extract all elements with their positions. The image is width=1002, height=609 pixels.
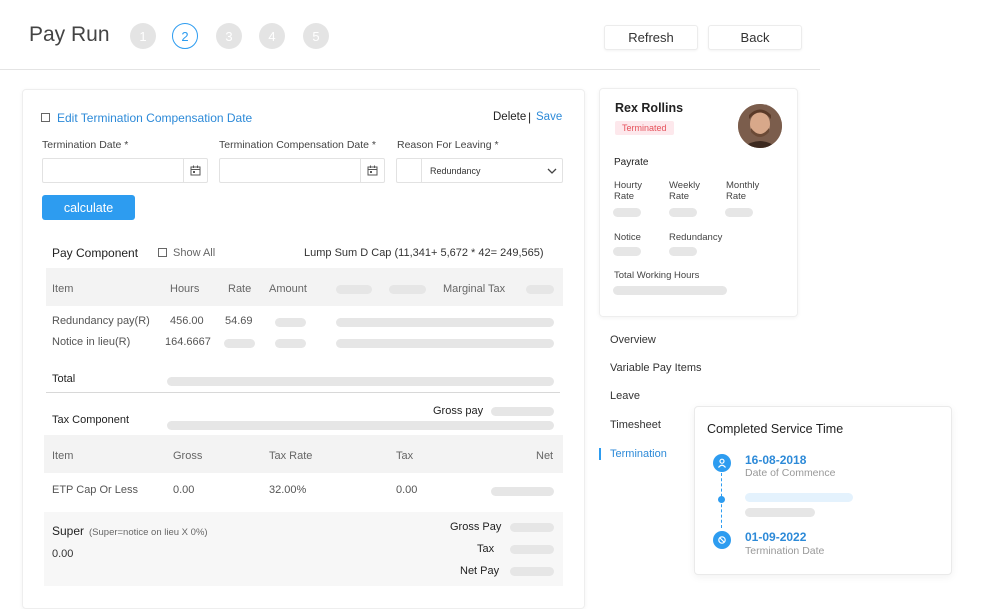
- super-tax-label: Tax: [477, 543, 495, 555]
- step-3[interactable]: 3: [216, 23, 242, 49]
- commence-label: Date of Commence: [745, 467, 836, 479]
- termination-date-label: Termination Date *: [42, 139, 129, 151]
- nav-overview[interactable]: Overview: [610, 334, 656, 346]
- calculate-button[interactable]: calculate: [42, 195, 135, 220]
- weekly-rate-label: Weekly Rate: [669, 180, 700, 202]
- header-divider: [0, 69, 820, 70]
- total-working-hours-label: Total Working Hours: [614, 270, 700, 281]
- show-all-label: Show All: [173, 247, 216, 259]
- monthly-rate-label: Monthly Rate: [726, 180, 760, 202]
- reason-select[interactable]: Redundancy: [396, 158, 563, 183]
- status-badge: Terminated: [615, 121, 674, 135]
- save-link[interactable]: Save: [536, 111, 562, 123]
- step-2[interactable]: 2: [172, 23, 198, 49]
- table-row: ETP Cap Or Less: [52, 484, 138, 496]
- nav-leave[interactable]: Leave: [610, 390, 640, 402]
- back-button[interactable]: Back: [708, 25, 802, 50]
- employee-name: Rex Rollins: [615, 101, 684, 115]
- col-item: Item: [52, 450, 74, 462]
- reason-label: Reason For Leaving *: [397, 139, 499, 151]
- col-marginal-tax: Marginal Tax: [443, 283, 506, 295]
- col-tax-rate: Tax Rate: [269, 450, 313, 462]
- col-item: Item: [52, 283, 74, 295]
- action-separator: |: [528, 110, 532, 124]
- termination-date-input[interactable]: [42, 158, 208, 183]
- user-icon: [713, 454, 731, 472]
- refresh-button[interactable]: Refresh: [604, 25, 698, 50]
- nav-variable-pay-items[interactable]: Variable Pay Items: [610, 362, 702, 374]
- super-title: Super: [52, 524, 85, 538]
- delete-link[interactable]: Delete: [493, 111, 526, 123]
- service-time-title: Completed Service Time: [707, 422, 844, 436]
- reason-value: Redundancy: [430, 166, 481, 176]
- calendar-icon[interactable]: [360, 159, 384, 182]
- col-rate: Rate: [228, 283, 252, 295]
- termination-icon: [713, 531, 731, 549]
- hourly-rate-label: Hourty Rate: [614, 180, 642, 202]
- gross-pay-label: Gross pay: [433, 405, 484, 417]
- redundancy-label: Redundancy: [669, 232, 723, 243]
- nav-termination[interactable]: Termination: [610, 448, 667, 460]
- col-tax: Tax: [396, 450, 414, 462]
- step-1[interactable]: 1: [130, 23, 156, 49]
- pay-component-title: Pay Component: [52, 246, 139, 260]
- table-row: Notice in lieu(R): [52, 336, 131, 348]
- step-4[interactable]: 4: [259, 23, 285, 49]
- total-label: Total: [52, 373, 76, 385]
- col-net: Net: [536, 450, 554, 462]
- col-gross: Gross: [173, 450, 203, 462]
- payrate-label: Payrate: [614, 157, 649, 168]
- notice-label: Notice: [614, 232, 641, 243]
- super-gross-pay-label: Gross Pay: [450, 521, 502, 533]
- step-5[interactable]: 5: [303, 23, 329, 49]
- lump-sum-text: Lump Sum D Cap (11,341+ 5,672 * 42= 249,…: [304, 247, 544, 259]
- super-value: 0.00: [52, 548, 74, 560]
- show-all-checkbox[interactable]: [158, 248, 167, 257]
- comp-date-input[interactable]: [219, 158, 385, 183]
- edit-comp-date-checkbox[interactable]: [41, 113, 50, 122]
- avatar: [738, 104, 782, 148]
- calendar-icon[interactable]: [183, 159, 207, 182]
- active-nav-indicator: [599, 448, 601, 460]
- comp-date-label: Termination Compensation Date *: [219, 139, 376, 151]
- page-title: Pay Run: [29, 23, 110, 46]
- col-amount: Amount: [269, 283, 307, 295]
- table-row: Redundancy pay(R): [52, 315, 150, 327]
- super-note: (Super=notice on lieu X 0%): [89, 527, 208, 538]
- timeline-dot: [718, 496, 725, 503]
- super-net-pay-label: Net Pay: [460, 565, 500, 577]
- termination-date-label: Termination Date: [745, 545, 825, 557]
- termination-date: 01-09-2022: [745, 530, 807, 544]
- col-hours: Hours: [170, 283, 200, 295]
- edit-comp-date-label[interactable]: Edit Termination Compensation Date: [57, 111, 252, 125]
- tax-component-title: Tax Component: [52, 414, 130, 426]
- chevron-down-icon: [542, 159, 562, 182]
- commence-date: 16-08-2018: [745, 453, 807, 467]
- nav-timesheet[interactable]: Timesheet: [610, 419, 661, 431]
